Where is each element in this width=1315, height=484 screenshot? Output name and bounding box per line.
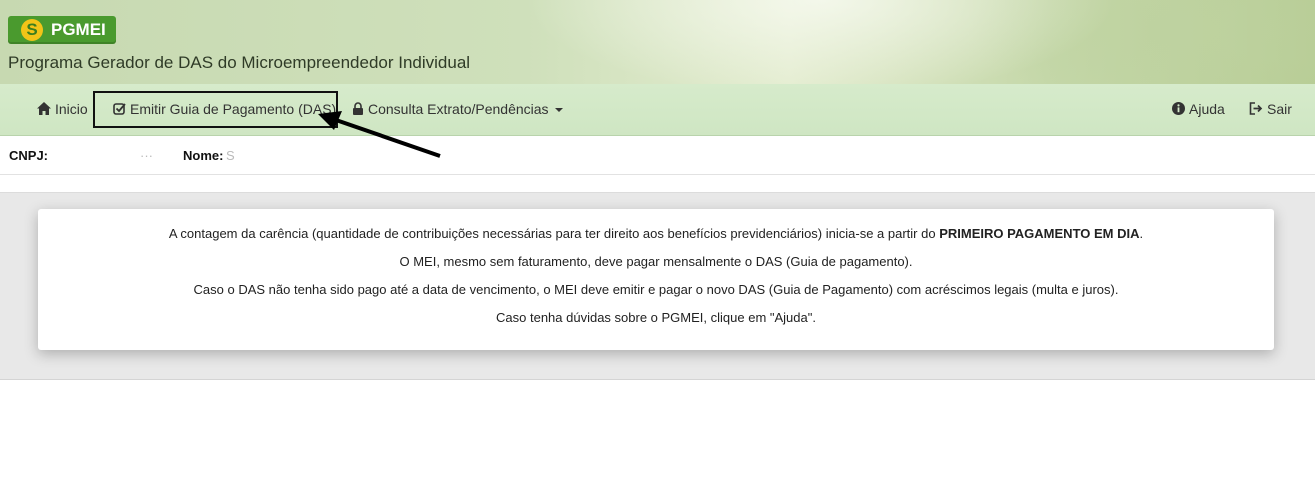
pgmei-logo-text: PGMEI xyxy=(51,20,106,39)
lock-icon xyxy=(353,102,363,115)
nav-exit[interactable]: Sair xyxy=(1249,84,1292,135)
sign-out-icon xyxy=(1249,102,1263,115)
pgmei-logo-icon: S xyxy=(21,19,43,41)
contributor-info-bar: CNPJ: ··· Nome: S xyxy=(0,136,1315,175)
pgmei-logo[interactable]: S PGMEI xyxy=(8,16,116,44)
nav-consulta-label: Consulta Extrato/Pendências xyxy=(368,101,549,117)
cnpj-label: CNPJ: xyxy=(9,148,49,163)
nav-help-label: Ajuda xyxy=(1189,101,1225,117)
emit-das-highlight-box xyxy=(93,91,338,128)
nav-help[interactable]: Ajuda xyxy=(1172,84,1225,135)
nome-label: Nome: xyxy=(183,148,224,163)
cnpj-value: ··· xyxy=(140,148,153,163)
notice-line-carencia: A contagem da carência (quantidade de co… xyxy=(38,226,1274,241)
notice-line-mei: O MEI, mesmo sem faturamento, deve pagar… xyxy=(399,254,913,269)
app-title: Programa Gerador de DAS do Microempreend… xyxy=(8,53,471,72)
info-icon xyxy=(1172,102,1185,115)
nav-exit-label: Sair xyxy=(1267,101,1292,117)
notice-line-vencimento: Caso o DAS não tenha sido pago até a dat… xyxy=(193,282,1119,297)
notice-line1-suffix: . xyxy=(1139,226,1144,241)
notice-line1-text: A contagem da carência (quantidade de co… xyxy=(168,226,940,241)
nav-home-label: Inicio xyxy=(55,101,88,117)
chevron-down-icon xyxy=(554,108,563,112)
nav-home[interactable]: Inicio xyxy=(37,84,88,135)
notice-line-ajuda: Caso tenha dúvidas sobre o PGMEI, clique… xyxy=(496,310,816,325)
nome-value: S xyxy=(226,148,235,163)
header-banner: S PGMEI Programa Gerador de DAS do Micro… xyxy=(0,0,1315,85)
notice-line1-bold: PRIMEIRO PAGAMENTO EM DIA xyxy=(939,226,1140,241)
nav-consulta[interactable]: Consulta Extrato/Pendências xyxy=(352,84,563,135)
notice-panel: A contagem da carência (quantidade de co… xyxy=(38,209,1274,350)
home-icon xyxy=(37,102,51,115)
